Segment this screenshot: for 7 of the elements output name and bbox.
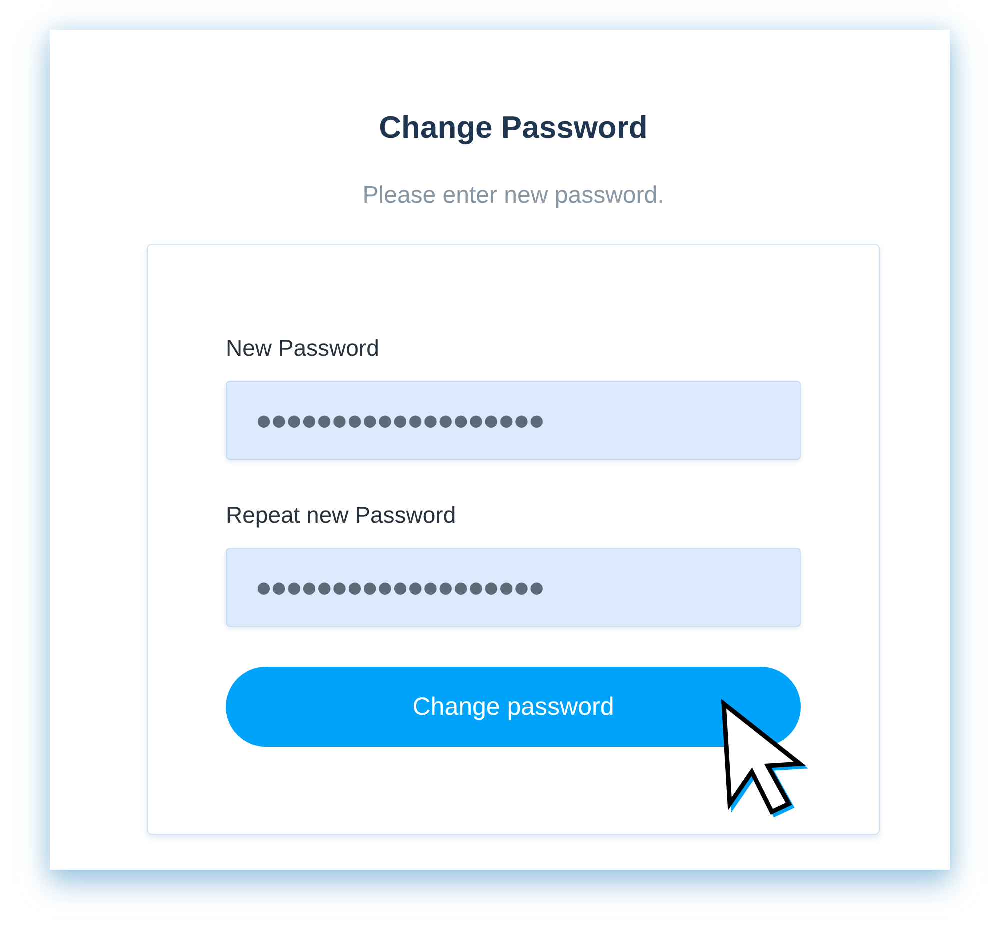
subtitle: Please enter new password. xyxy=(362,181,664,211)
password-field[interactable]: ●●●●●●●●●●●●●●●●●●● xyxy=(226,548,801,627)
field-label: New Password xyxy=(226,334,380,363)
field-label: Repeat new Password xyxy=(226,501,456,530)
change-password-button[interactable]: Change password xyxy=(226,667,801,747)
password-field[interactable]: ●●●●●●●●●●●●●●●●●●● xyxy=(226,381,801,460)
page-title: Change Password xyxy=(379,109,648,147)
